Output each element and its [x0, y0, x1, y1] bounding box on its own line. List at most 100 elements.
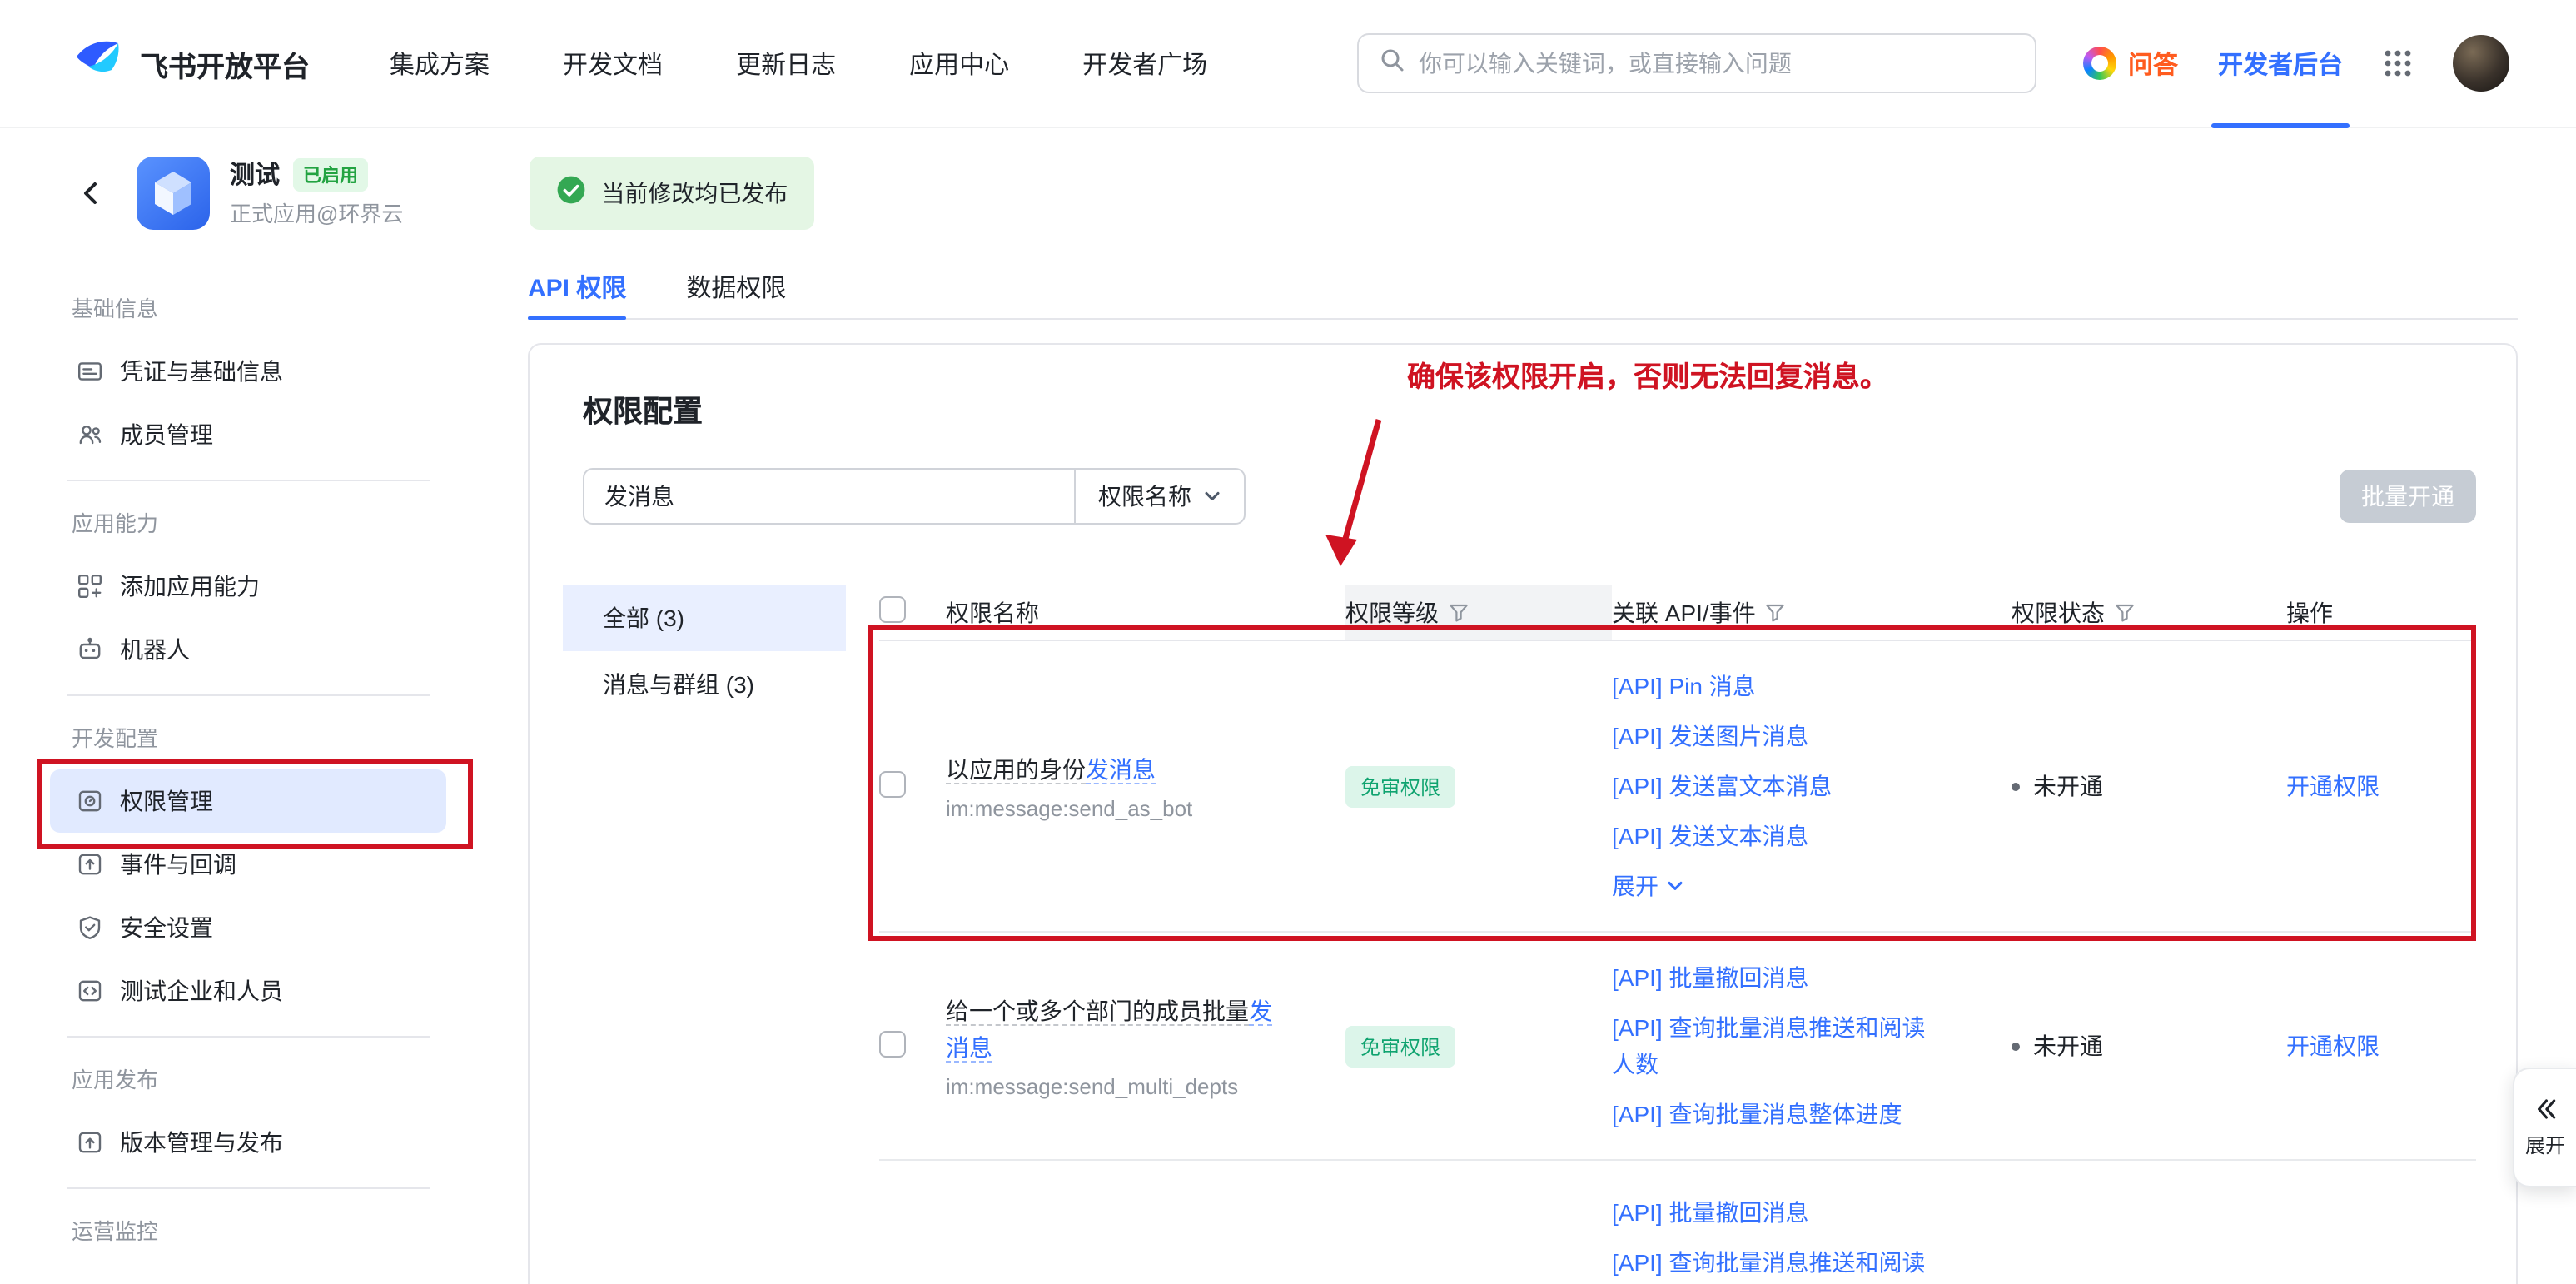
sidebar-item-test-org[interactable]: 测试企业和人员: [50, 959, 446, 1023]
api-link[interactable]: [API] 查询批量消息整体进度: [1612, 1089, 1948, 1139]
permission-name: 以应用的身份: [946, 756, 1086, 784]
row-checkbox[interactable]: [879, 770, 906, 797]
sidebar-item-add-capability[interactable]: 添加应用能力: [50, 555, 446, 618]
status-text: 未开通: [2033, 1029, 2103, 1063]
sidebar-item-label: 权限管理: [120, 784, 213, 818]
table-header: 权限名称 权限等级 关联 API/事件: [879, 585, 2476, 641]
category-messaging[interactable]: 消息与群组 (3): [563, 651, 846, 718]
status-dot: [2012, 1042, 2020, 1050]
double-chevron-left-icon: [2532, 1096, 2559, 1122]
search-field-label: 权限名称: [1098, 480, 1191, 513]
tab-data-permissions[interactable]: 数据权限: [686, 256, 786, 318]
sidebar-item-credentials[interactable]: 凭证与基础信息: [50, 340, 446, 403]
sidebar-section-monitoring: 运营监控: [50, 1202, 446, 1262]
api-link[interactable]: [API] 发送图片消息: [1612, 711, 1948, 761]
publish-status-banner: 当前修改均已发布: [530, 156, 814, 229]
api-link[interactable]: [API] 查询批量消息推送和阅读: [1612, 1237, 1948, 1284]
nav-item-integration[interactable]: 集成方案: [390, 46, 490, 81]
sidebar-section-dev-config: 开发配置: [50, 709, 446, 769]
filter-icon[interactable]: [1766, 602, 1786, 622]
sidebar-item-versions[interactable]: 版本管理与发布: [50, 1111, 446, 1174]
table-row-send-multi-depts: 给一个或多个部门的成员批量发消息 im:message:send_multi_d…: [879, 933, 2476, 1161]
sidebar-item-permissions[interactable]: 权限管理: [50, 769, 446, 833]
tab-api-permissions[interactable]: API 权限: [528, 256, 626, 318]
header-related-api: 关联 API/事件: [1612, 595, 1756, 629]
sidebar-item-members[interactable]: 成员管理: [50, 403, 446, 466]
qa-label: 问答: [2128, 46, 2178, 81]
sidebar-section-capabilities: 应用能力: [50, 495, 446, 555]
nav-item-dev-plaza[interactable]: 开发者广场: [1082, 46, 1207, 81]
permission-name: 给一个或多个部门的成员批量: [946, 998, 1249, 1026]
permission-search-group: 权限名称: [583, 468, 1246, 525]
permission-name-link[interactable]: 发消息: [1086, 756, 1156, 784]
event-callback-icon: [77, 851, 103, 878]
expand-apis-link[interactable]: 展开: [1612, 861, 1948, 911]
feishu-logo-icon: [73, 34, 123, 92]
api-link[interactable]: [API] 发送文本消息: [1612, 811, 1948, 861]
brand[interactable]: 飞书开放平台: [73, 34, 310, 92]
global-search[interactable]: [1357, 33, 2036, 93]
sidebar-item-label: 机器人: [120, 633, 190, 666]
open-permission-link[interactable]: 开通权限: [2286, 773, 2380, 799]
qa-link[interactable]: 问答: [2083, 46, 2178, 81]
apps-grid-icon[interactable]: [2383, 48, 2413, 78]
permission-toolbar: 权限名称 批量开通: [583, 468, 2476, 525]
permission-tabbar: API 权限 数据权限: [528, 256, 2518, 320]
app-name: 测试: [230, 157, 280, 192]
app-icon: [137, 156, 210, 229]
sidebar-item-events[interactable]: 事件与回调: [50, 833, 446, 896]
back-button[interactable]: [70, 171, 113, 214]
enabled-badge: 已启用: [293, 157, 368, 191]
open-permission-link[interactable]: 开通权限: [2286, 1033, 2380, 1059]
header-action: 操作: [2286, 595, 2333, 629]
annotation-text: 确保该权限开启，否则无法回复消息。: [1407, 353, 1888, 395]
sidebar-item-label: 测试企业和人员: [120, 974, 283, 1008]
sidebar-item-label: 凭证与基础信息: [120, 355, 283, 388]
expand-panel-button[interactable]: 展开: [2513, 1068, 2576, 1187]
user-avatar[interactable]: [2453, 35, 2509, 92]
sidebar-divider: [67, 1036, 430, 1038]
filter-icon[interactable]: [1449, 602, 1469, 622]
row-checkbox[interactable]: [879, 1030, 906, 1057]
sidebar-item-bot[interactable]: 机器人: [50, 618, 446, 681]
sidebar-item-label: 事件与回调: [120, 848, 236, 881]
filter-icon[interactable]: [2115, 602, 2135, 622]
permission-code: im:message:send_multi_depts: [946, 1074, 1312, 1099]
nav-item-docs[interactable]: 开发文档: [563, 46, 663, 81]
publish-icon: [77, 1129, 103, 1156]
nav-item-app-center[interactable]: 应用中心: [909, 46, 1009, 81]
batch-enable-button[interactable]: 批量开通: [2340, 470, 2476, 523]
sidebar-divider: [67, 694, 430, 696]
app-meta: 测试 已启用 正式应用@环界云: [230, 157, 403, 228]
header-permission-name: 权限名称: [946, 595, 1039, 629]
sidebar-item-label: 添加应用能力: [120, 570, 260, 603]
add-capability-icon: [77, 573, 103, 600]
api-link[interactable]: [API] 发送富文本消息: [1612, 761, 1948, 811]
app-header: 测试 已启用 正式应用@环界云 当前修改均已发布: [0, 128, 2576, 256]
table-row-send-as-bot: 以应用的身份发消息 im:message:send_as_bot 免审权限 [A…: [879, 641, 2476, 933]
bot-icon: [77, 636, 103, 663]
shield-icon: [77, 914, 103, 941]
category-all[interactable]: 全部 (3): [563, 585, 846, 651]
sidebar-item-security[interactable]: 安全设置: [50, 896, 446, 959]
sidebar-item-label: 版本管理与发布: [120, 1126, 283, 1159]
api-link[interactable]: [API] 批量撤回消息: [1612, 953, 1948, 1003]
check-circle-icon: [556, 175, 586, 210]
developer-console-link[interactable]: 开发者后台: [2218, 0, 2343, 127]
search-icon: [1379, 46, 1405, 81]
api-link[interactable]: [API] Pin 消息: [1612, 661, 1948, 711]
status-dot: [2012, 782, 2020, 790]
api-link[interactable]: [API] 查询批量消息推送和阅读人数: [1612, 1003, 1948, 1089]
api-link[interactable]: [API] 批量撤回消息: [1612, 1187, 1948, 1237]
select-all-checkbox[interactable]: [879, 596, 906, 623]
expand-apis-label: 展开: [1612, 868, 1658, 904]
search-field-select[interactable]: 权限名称: [1074, 470, 1244, 523]
sidebar-item-label: 安全设置: [120, 911, 213, 944]
permission-search-input[interactable]: [584, 470, 1074, 523]
credential-icon: [77, 358, 103, 385]
nav-item-changelog[interactable]: 更新日志: [736, 46, 836, 81]
search-input[interactable]: [1419, 50, 2015, 77]
table-row-send-multi-users: 给多个用户批量发消息 [API] 批量撤回消息 [API] 查询批量消息推送和阅…: [879, 1161, 2476, 1284]
main-content: API 权限 数据权限 权限配置 权限名称 批量开通: [500, 256, 2576, 1284]
sidebar-section-release: 应用发布: [50, 1051, 446, 1111]
